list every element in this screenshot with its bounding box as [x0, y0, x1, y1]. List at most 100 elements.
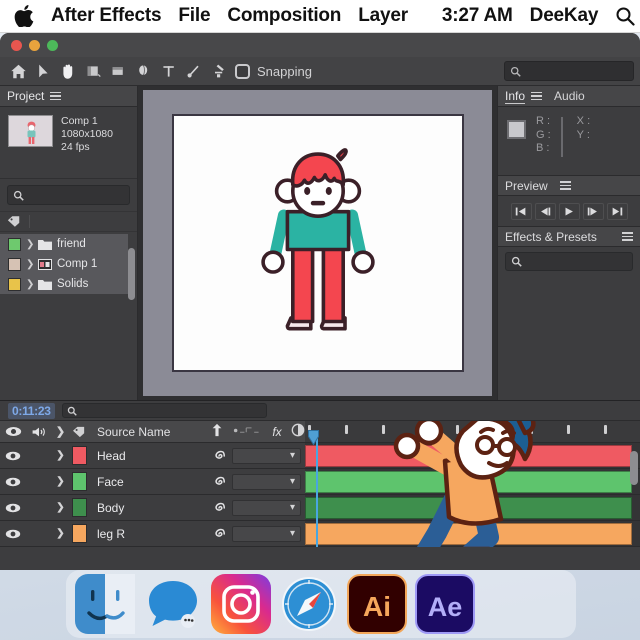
zoom-button[interactable] [47, 39, 58, 51]
chevron-right-icon[interactable]: ❯ [52, 502, 69, 513]
parent-dropdown[interactable]: ▾ [232, 525, 301, 542]
chevron-right-icon[interactable]: ❯ [26, 279, 34, 290]
anchor-point-tool-icon[interactable] [106, 60, 131, 83]
project-comp-info[interactable]: Comp 1 1080x1080 24 fps [0, 107, 137, 179]
panel-menu-icon[interactable] [50, 91, 62, 101]
first-frame-button[interactable] [510, 202, 532, 220]
layer-name[interactable]: Face [89, 475, 210, 489]
video-visibility-icon[interactable] [0, 421, 26, 442]
tab-project[interactable]: Project [7, 89, 44, 103]
clone-stamp-tool-icon[interactable] [206, 60, 231, 83]
illustrator-icon[interactable]: Ai [347, 574, 407, 634]
effects-search-input[interactable] [505, 252, 633, 271]
composition-viewer[interactable] [138, 86, 497, 400]
tab-info[interactable]: Info [505, 89, 526, 104]
chevron-right-icon[interactable]: ❯ [26, 239, 34, 250]
list-item[interactable]: ❯ friend [0, 234, 128, 254]
tab-audio[interactable]: Audio [554, 89, 585, 103]
panel-menu-icon[interactable] [622, 232, 633, 241]
shy-spiral-icon[interactable] [210, 475, 228, 489]
shy-spiral-icon[interactable] [210, 501, 228, 515]
layer-label-swatch[interactable] [69, 446, 89, 465]
last-frame-button[interactable] [606, 202, 628, 220]
close-button[interactable] [11, 39, 22, 51]
toolbar-search-input[interactable] [504, 61, 634, 81]
messages-icon[interactable] [143, 574, 203, 634]
search-icon[interactable] [615, 6, 635, 26]
list-item[interactable]: ❯ Solids [0, 274, 128, 294]
window-titlebar[interactable] [0, 33, 640, 57]
panel-menu-icon[interactable] [559, 181, 571, 190]
comp-thumbnail [8, 115, 53, 147]
layer-switches-icon [233, 425, 263, 439]
safari-icon[interactable] [279, 574, 339, 634]
menubar-clock[interactable]: 3:27 AM [442, 5, 513, 27]
chevron-right-icon[interactable]: ❯ [52, 476, 69, 487]
layer-visibility-toggle[interactable] [0, 503, 26, 513]
project-scrollbar[interactable] [128, 248, 135, 300]
panel-menu-icon[interactable] [531, 91, 543, 101]
type-tool-icon[interactable] [156, 60, 181, 83]
chevron-right-icon[interactable]: ❯ [26, 259, 34, 270]
layer-name[interactable]: Body [89, 501, 210, 515]
home-icon[interactable] [6, 60, 31, 83]
table-row[interactable]: ❯ Head ▾ [0, 443, 305, 469]
asset-label-swatch[interactable] [8, 257, 21, 271]
layer-label-swatch[interactable] [69, 472, 89, 491]
menubar-username[interactable]: DeeKay [530, 5, 599, 27]
parent-dropdown[interactable]: ▾ [232, 473, 301, 490]
previous-frame-button[interactable] [534, 202, 556, 220]
menu-item-composition[interactable]: Composition [227, 5, 341, 27]
layer-visibility-toggle[interactable] [0, 451, 26, 461]
menu-item-after-effects[interactable]: After Effects [51, 5, 162, 27]
snapping-checkbox[interactable] [235, 63, 250, 79]
parent-dropdown[interactable]: ▾ [232, 499, 301, 516]
selection-tool-icon[interactable] [31, 60, 56, 83]
layer-name[interactable]: Head [89, 449, 210, 463]
layer-label-swatch[interactable] [69, 524, 89, 543]
menu-item-file[interactable]: File [178, 5, 210, 27]
asset-label-swatch[interactable] [8, 277, 21, 291]
table-row[interactable]: ❯ Body ▾ [0, 495, 305, 521]
chevron-right-icon[interactable]: ❯ [52, 450, 69, 461]
timeline-scrollbar[interactable] [630, 451, 638, 485]
parent-dropdown[interactable]: ▾ [232, 447, 301, 464]
parent-link-icon [210, 423, 224, 440]
finder-icon[interactable] [75, 574, 135, 634]
minimize-button[interactable] [29, 39, 40, 51]
info-b-label: B : [536, 142, 550, 154]
column-header-source-name[interactable]: Source Name [89, 421, 210, 442]
shape-tool-icon[interactable] [131, 60, 156, 83]
instagram-icon[interactable] [211, 574, 271, 634]
project-search-input[interactable] [7, 185, 130, 205]
asset-label-swatch[interactable] [8, 237, 21, 251]
brush-tool-icon[interactable] [181, 60, 206, 83]
layer-name[interactable]: leg R [89, 527, 210, 541]
apple-logo-icon[interactable] [14, 5, 34, 27]
audio-icon[interactable] [26, 421, 52, 442]
layer-list: ❯ Source Name fx ❯ Head ▾ ❯ Face ▾ ❯ Bod… [0, 421, 305, 547]
preview-panel-header: Preview [498, 175, 640, 196]
play-button[interactable] [558, 202, 580, 220]
playhead-handle[interactable] [308, 430, 319, 451]
label-color-icon[interactable] [69, 421, 89, 442]
layer-label-swatch[interactable] [69, 498, 89, 517]
chevron-right-icon[interactable]: ❯ [52, 528, 69, 539]
zoom-tool-icon[interactable] [81, 60, 106, 83]
timeline-search-input[interactable] [61, 403, 267, 418]
timeline-track-area[interactable] [305, 421, 640, 547]
next-frame-button[interactable] [582, 202, 604, 220]
table-row[interactable]: ❯ Face ▾ [0, 469, 305, 495]
shy-spiral-icon[interactable] [210, 449, 228, 463]
hand-tool-icon[interactable] [56, 60, 81, 83]
list-item[interactable]: ❯ Comp 1 [0, 254, 128, 274]
solo-toggle-icon[interactable]: ❯ [52, 421, 69, 442]
shy-spiral-icon[interactable] [210, 527, 228, 541]
layer-visibility-toggle[interactable] [0, 529, 26, 539]
layer-visibility-toggle[interactable] [0, 477, 26, 487]
table-row[interactable]: ❯ leg R ▾ [0, 521, 305, 547]
comp-canvas[interactable] [171, 114, 464, 372]
menu-item-layer[interactable]: Layer [358, 5, 408, 27]
current-timecode[interactable]: 0:11:23 [8, 402, 55, 419]
after-effects-icon[interactable]: Ae [415, 574, 475, 634]
